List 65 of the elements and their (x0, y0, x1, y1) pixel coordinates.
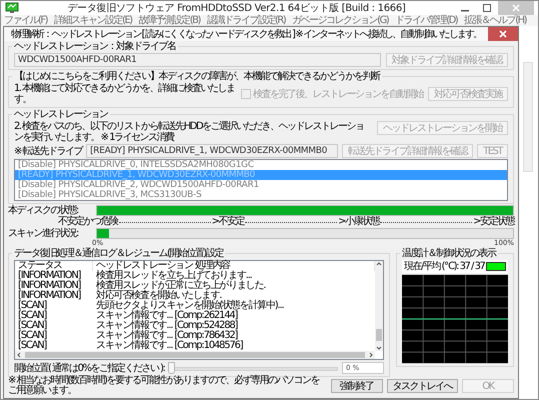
table-cell-text: スキャン情報です... [Comp:1048576] (95, 341, 244, 351)
menu-item[interactable]: 拡張＆ヘルプ(H) (464, 15, 526, 26)
start-position-label: 開始位置( 通常は0%をご指定ください ): (14, 362, 164, 374)
table-cell-text: 検査用スレッドが正常に立ち上がりました. (95, 281, 266, 291)
table-cell-text: [INFORMATION] (17, 291, 82, 301)
instruction-text: 2. 検査をパスのち、以下のリストから転送先HDDをご選択いただき、ヘッドレストレーションを実行いたします。 ※ 1ライセンス消費 (14, 121, 365, 143)
menu-item[interactable]: ガベージコレクション(G) (292, 15, 388, 26)
drive-list[interactable]: [Disable] PHYSICALDRIVE_0, INTELSSDSA2MH080G1GC [READY] PHYSICALDRIVE_1, WDCWD30EZRX-00MMMB0 [Disable] PHYSICALDRIVE_2, WDCWD1500AHFD-00RAR1 [Disable] PHYSICALDRIVE_3, MCS3130UB-S (14, 159, 508, 201)
group-label: データ復旧処理＆通信ログ＆レジューム(開始位置)設定 (14, 248, 223, 259)
force-quit-button[interactable]: 強制終了 (330, 379, 382, 393)
menu-item[interactable]: ファイル(F) (4, 15, 48, 26)
instruction-text: 1. 本機能にて対応できるかどうかを、詳細に検査いたします。 (14, 83, 236, 105)
scrollbar-thumb[interactable] (376, 329, 382, 341)
start-position-slider[interactable] (168, 362, 338, 374)
drive-list-item[interactable]: [Disable] PHYSICALDRIVE_2, WDCWD1500AHFD-00RAR1 (15, 180, 507, 190)
table-cell-text: スキャン情報です... [Comp:786432] (95, 331, 238, 341)
menu-item[interactable]: 詳細スキャン設定(E) (54, 15, 132, 26)
temperature-reading: 現在/平均 (℃): 37 / 37 (404, 261, 484, 272)
status-indicator (486, 262, 506, 271)
scale-label: >小康状態 (338, 217, 379, 227)
table-cell-text: [SCAN] (17, 341, 48, 351)
table-cell-text: スキャン情報です... [Comp:524288] (95, 321, 238, 331)
vertical-scrollbar[interactable] (375, 261, 383, 351)
close-button[interactable] (488, 27, 518, 41)
drive-list-item[interactable]: [Disable] PHYSICALDRIVE_3, MCS3130UB-S (15, 190, 507, 200)
table-cell-text: [SCAN] (17, 331, 48, 341)
group-label: ヘッドレストレーション：対象ドライブ名 (14, 41, 176, 52)
table-cell-text: 先頭セクタよりスキャンを開始(状態を計算中)... (95, 301, 284, 311)
footer-note: ※ 相当なお時間(数百時間)を要する可能性がありますので、必ず専用のパソコンをご用意願います。 (8, 376, 320, 396)
menu-item[interactable]: ドライバ管理(D) (395, 15, 458, 26)
chevron-right-icon[interactable] (368, 352, 374, 358)
table-cell-text: [INFORMATION] (17, 271, 82, 281)
table-cell-text: 対応可否検査を開始いたします. (95, 291, 222, 301)
drive-list-item[interactable]: [Disable] PHYSICALDRIVE_0, INTELSSDSA2MH080G1GC (15, 160, 507, 170)
tray-button[interactable]: タスクトレイへ (386, 379, 458, 393)
destination-field[interactable]: [READY] PHYSICALDRIVE_1, WDCWD30EZRX-00MMMB0 (86, 144, 338, 158)
table-cell-text: スキャン情報です... [Comp:262144] (95, 311, 238, 321)
table-cell-text: [INFORMATION] (17, 281, 82, 291)
group-label: ヘッドレストレーション (14, 109, 108, 120)
drive-name-field[interactable]: WDCWD1500AHFD-00RAR1 (14, 53, 380, 67)
table-cell-text: [SCAN] (17, 301, 48, 311)
column-header[interactable]: ステータス (15, 261, 93, 271)
table-cell-text: [SCAN] (17, 311, 48, 321)
scrollbar-thumb[interactable] (25, 352, 365, 358)
menu-item[interactable]: 故障予測設定(B) (138, 15, 200, 26)
chevron-left-icon[interactable] (16, 352, 22, 358)
destination-label: ※ 転送先ドライブ (14, 146, 82, 156)
group-label: 【はじめにこちらをご利用ください】本ディスクの障害が、本機能で解決できるかどうかを判断 (14, 71, 380, 82)
group-label: 温度計＆制御状況の表示 (402, 248, 496, 259)
scale-label: >安定状態 (473, 217, 514, 227)
close-icon (498, 29, 508, 39)
horizontal-scrollbar[interactable] (15, 351, 375, 359)
dialog-title: 物理解析：ヘッドレストレーション [ 読みにくくなったハードディスクを救出 ] ※ インターネットへ接続し、自動制御いたします。 (10, 28, 482, 40)
table-cell-text: 検査用スレッドを立ち上げております... (95, 271, 253, 281)
menu-item[interactable]: 認識ドライブ設定(R) (206, 15, 286, 26)
table-cell-text: [SCAN] (17, 321, 48, 331)
scan-progress-label: スキャン進行状況: (8, 228, 80, 239)
slider-thumb[interactable] (168, 362, 176, 374)
window-title: データ復旧ソフトウェア FromHDDtoSSD Ver2.1 64ビット版 [Build : 1666] (66, 2, 406, 14)
disk-state-label: 本ディスクの状態: (8, 205, 78, 216)
chevron-down-icon[interactable] (376, 345, 382, 351)
scale-label: 不安定かつ危険 (58, 217, 118, 227)
close-icon (511, 3, 521, 13)
scale-label: >不安定 (212, 217, 244, 227)
chevron-up-icon[interactable] (376, 261, 382, 267)
